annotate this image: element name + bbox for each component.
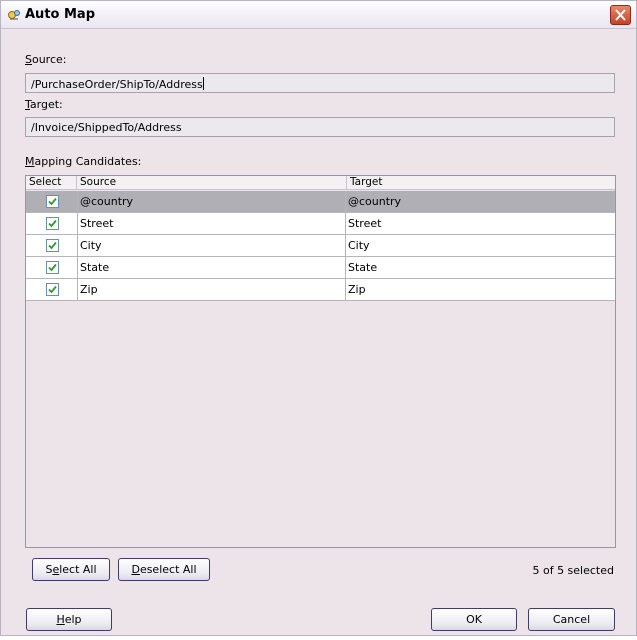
table-row[interactable]: @country @country — [26, 191, 615, 213]
select-cell — [26, 279, 78, 300]
target-field[interactable]: /Invoice/ShippedTo/Address — [25, 117, 615, 137]
deselect-all-button[interactable]: Deselect All — [118, 558, 210, 581]
column-header-source[interactable]: Source — [77, 176, 347, 189]
close-button[interactable] — [610, 5, 631, 25]
table-row[interactable]: Street Street — [26, 213, 615, 235]
checkmark-icon — [48, 263, 57, 272]
target-label: Target: — [25, 98, 63, 111]
mapping-candidates-label: Mapping Candidates: — [25, 155, 142, 168]
target-cell: State — [348, 261, 378, 274]
table-row[interactable]: State State — [26, 257, 615, 279]
table-row[interactable]: City City — [26, 235, 615, 257]
checkmark-icon — [48, 241, 57, 250]
source-cell: Zip — [78, 279, 346, 300]
select-checkbox[interactable] — [46, 239, 59, 252]
target-cell: @country — [348, 195, 402, 208]
select-cell — [26, 213, 78, 234]
source-cell: Street — [78, 213, 346, 234]
ok-button[interactable]: OK — [431, 608, 517, 631]
source-cell: @country — [78, 191, 346, 212]
select-all-button[interactable]: Select All — [32, 558, 110, 581]
target-cell: Street — [348, 217, 382, 230]
text-caret — [202, 77, 204, 90]
source-cell: City — [78, 235, 346, 256]
title-bar: Auto Map — [1, 1, 636, 29]
checkmark-icon — [48, 219, 57, 228]
select-cell — [26, 235, 78, 256]
help-button[interactable]: Help — [26, 608, 112, 631]
select-checkbox[interactable] — [46, 283, 59, 296]
auto-map-icon — [8, 10, 20, 20]
select-cell — [26, 257, 78, 278]
target-cell: City — [348, 239, 370, 252]
source-cell: State — [78, 257, 346, 278]
auto-map-dialog: Auto Map Source: /PurchaseOrder/ShipTo/A… — [0, 0, 637, 636]
select-cell — [26, 191, 78, 212]
close-icon — [615, 9, 626, 21]
select-checkbox[interactable] — [46, 195, 59, 208]
table-header: Select Source Target — [26, 176, 615, 190]
select-checkbox[interactable] — [46, 217, 59, 230]
mapping-table: Select Source Target @country @country S… — [25, 175, 616, 548]
source-field[interactable]: /PurchaseOrder/ShipTo/Address — [25, 73, 615, 93]
column-header-select[interactable]: Select — [26, 176, 77, 189]
selection-count: 5 of 5 selected — [532, 564, 614, 577]
checkmark-icon — [48, 197, 57, 206]
target-cell: Zip — [348, 283, 366, 296]
source-label: Source: — [25, 53, 67, 66]
select-checkbox[interactable] — [46, 261, 59, 274]
column-header-target[interactable]: Target — [347, 176, 615, 189]
table-row[interactable]: Zip Zip — [26, 279, 615, 301]
cancel-button[interactable]: Cancel — [528, 608, 615, 631]
window-title: Auto Map — [25, 7, 96, 22]
checkmark-icon — [48, 285, 57, 294]
